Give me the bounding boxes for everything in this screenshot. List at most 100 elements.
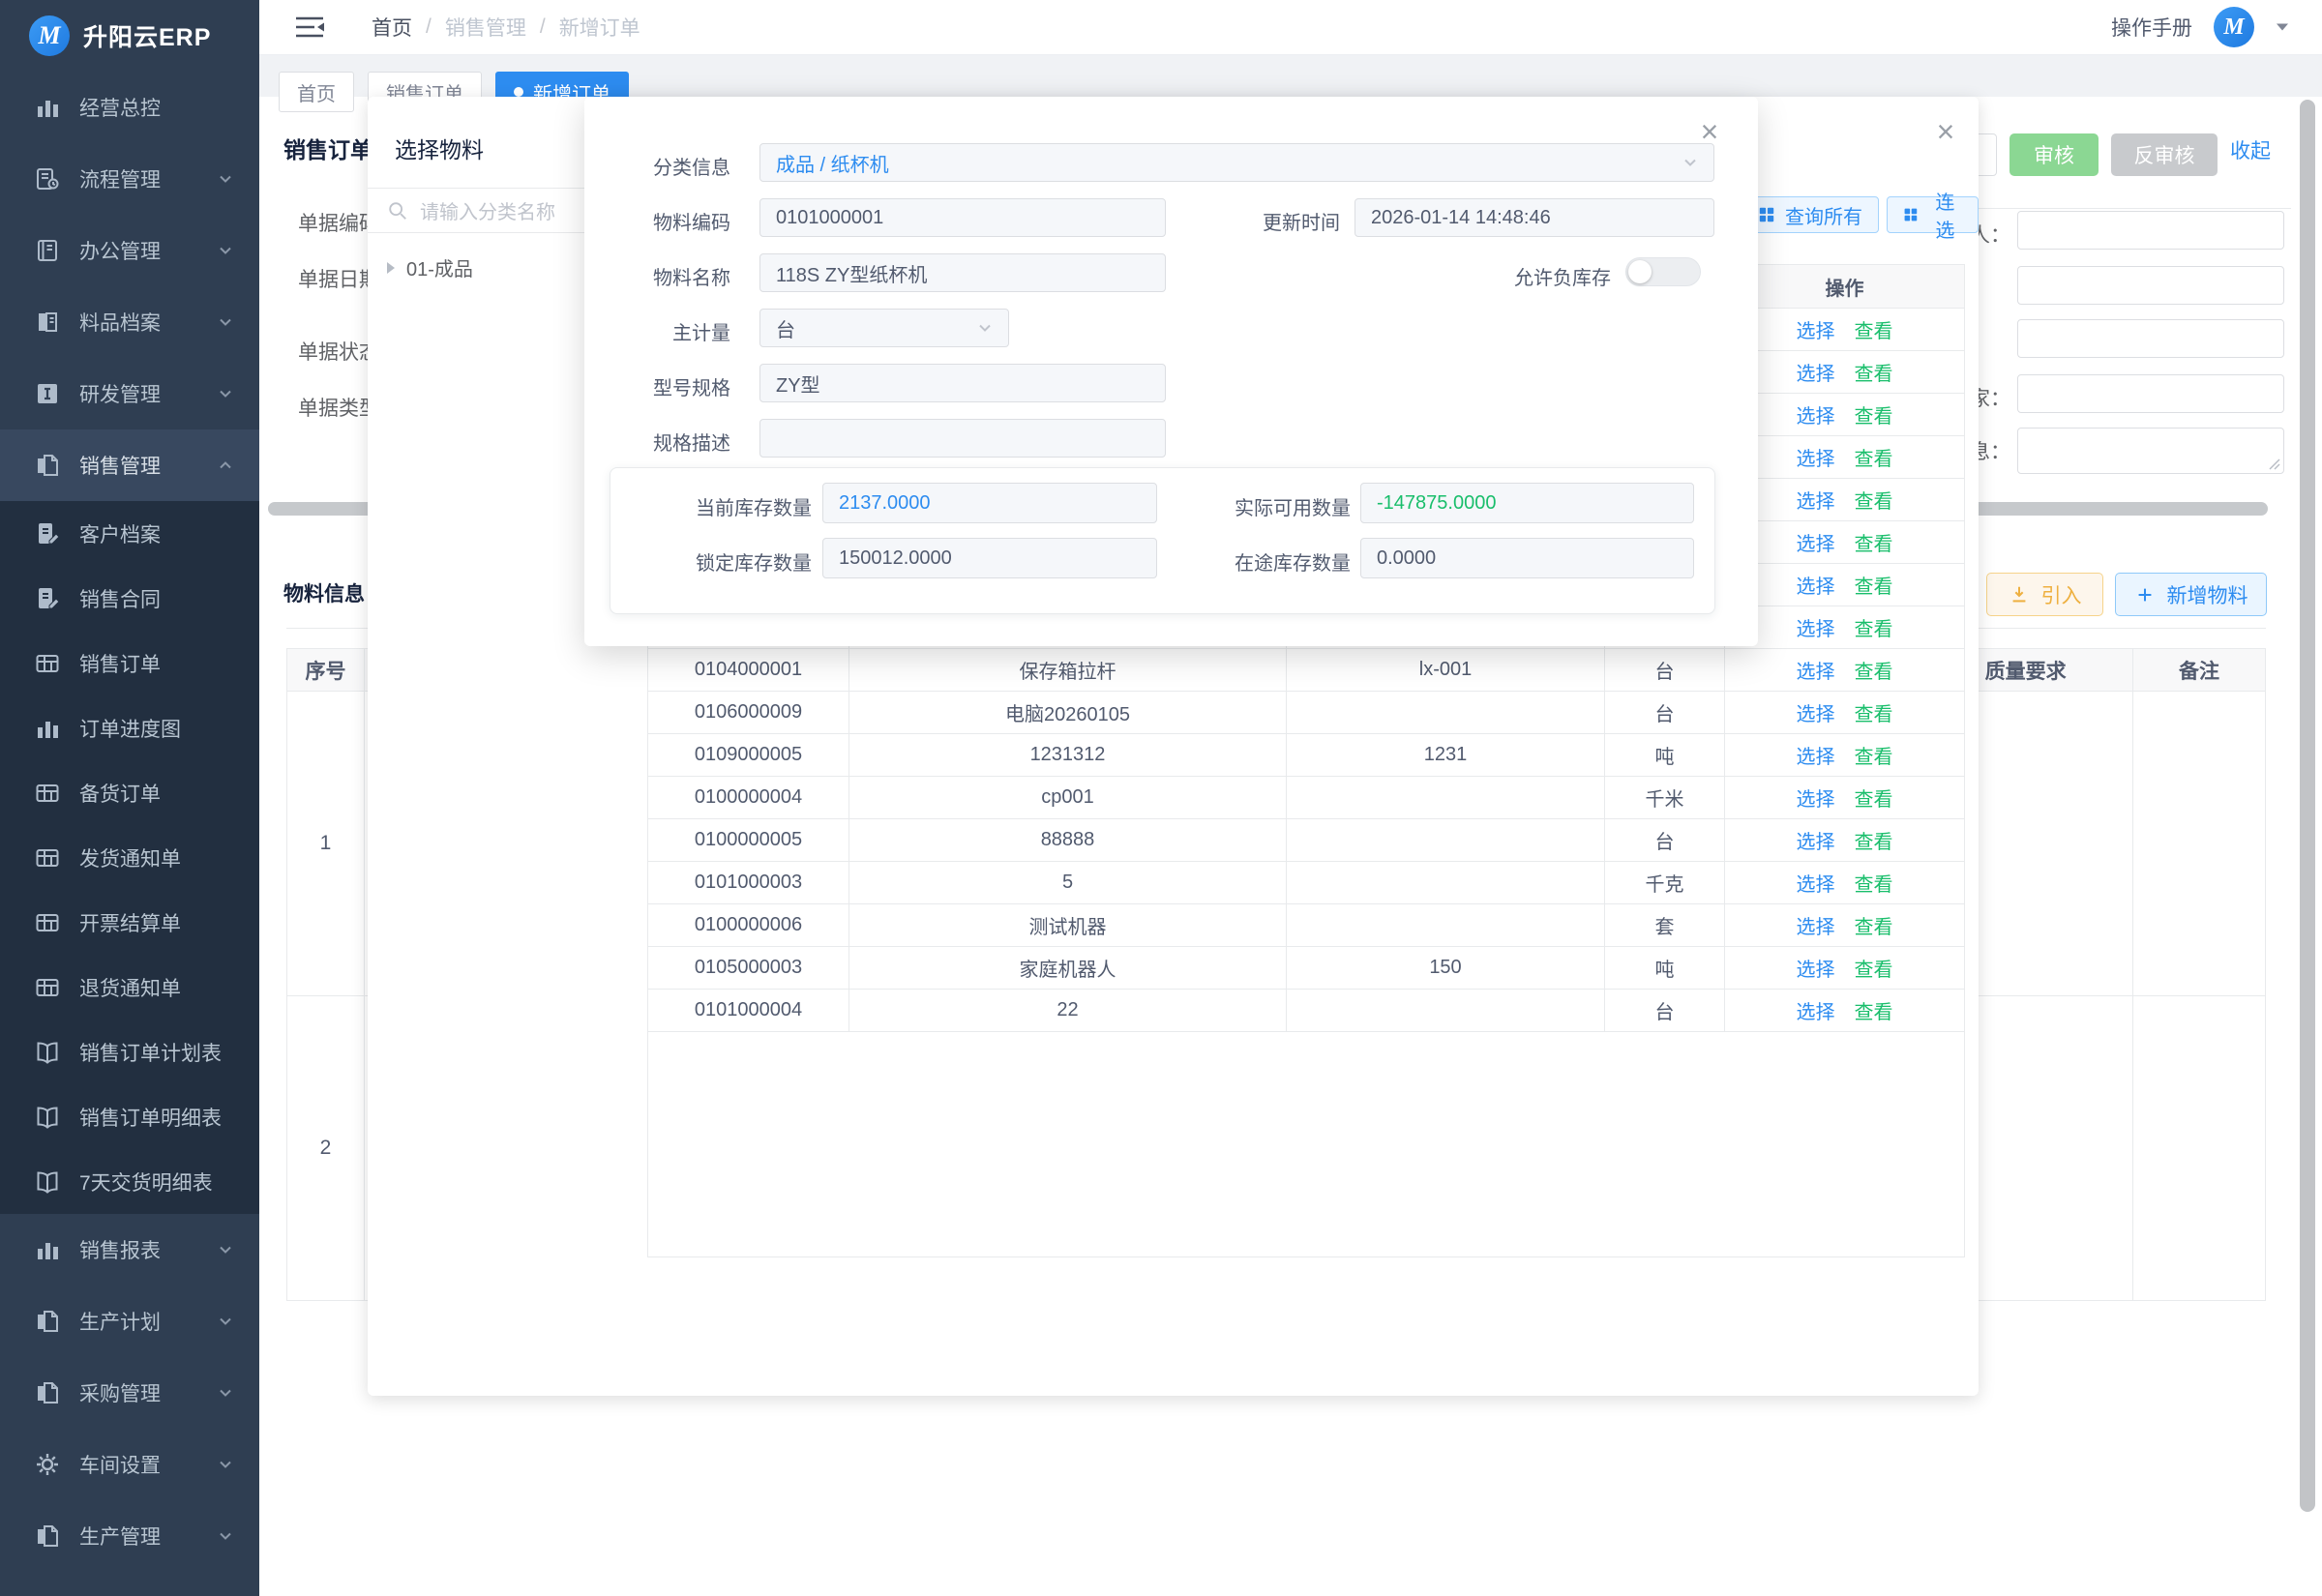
sidebar-item-销售管理[interactable]: 销售管理 — [0, 429, 259, 501]
sidebar-item-料品档案[interactable]: 料品档案 — [0, 286, 259, 358]
select-link[interactable]: 选择 — [1797, 698, 1835, 726]
view-link[interactable]: 查看 — [1855, 400, 1893, 429]
sidebar-item-发货通知单[interactable]: 发货通知单 — [0, 825, 259, 890]
view-link[interactable]: 查看 — [1855, 996, 1893, 1024]
select-link[interactable]: 选择 — [1797, 571, 1835, 599]
locked-stock-input[interactable]: 150012.0000 — [822, 538, 1157, 578]
sidebar-item-7天交货明细表[interactable]: 7天交货明细表 — [0, 1149, 259, 1214]
unaudit-button[interactable]: 反审核 — [2111, 133, 2218, 176]
sidebar-item-销售订单明细表[interactable]: 销售订单明细表 — [0, 1084, 259, 1149]
chevron-down-icon — [217, 1241, 234, 1258]
category-select[interactable]: 成品 / 纸杯机 — [759, 143, 1714, 182]
collapse-sidebar-icon[interactable] — [292, 13, 327, 42]
select-link[interactable]: 选择 — [1797, 869, 1835, 897]
picker-close-icon[interactable]: × — [1929, 116, 1962, 149]
materials-actions-cell: 选择查看 — [1725, 436, 1964, 478]
sidebar-item-label: 订单进度图 — [79, 714, 181, 743]
view-link[interactable]: 查看 — [1855, 783, 1893, 812]
sidebar-item-开票结算单[interactable]: 开票结算单 — [0, 890, 259, 955]
collapse-form-link[interactable]: 收起 — [2230, 135, 2271, 164]
chevron-down-icon — [217, 1527, 234, 1545]
sidebar-item-客户档案[interactable]: 客户档案 — [0, 501, 259, 566]
sidebar-item-生产管理[interactable]: 生产管理 — [0, 1500, 259, 1572]
vertical-scrollbar[interactable] — [2300, 100, 2315, 1512]
view-link[interactable]: 查看 — [1855, 528, 1893, 556]
sidebar-item-销售订单计划表[interactable]: 销售订单计划表 — [0, 1020, 259, 1084]
audit-button[interactable]: 审核 — [2009, 133, 2099, 176]
right-textarea[interactable] — [2017, 428, 2284, 474]
sidebar-item-研发管理[interactable]: 研发管理 — [0, 358, 259, 429]
user-menu-caret-icon[interactable] — [2276, 22, 2289, 32]
category-tree-node[interactable]: 01-成品 — [385, 253, 473, 281]
sidebar-item-订单进度图[interactable]: 订单进度图 — [0, 695, 259, 760]
import-button[interactable]: 引入 — [1986, 573, 2103, 616]
model-input[interactable]: ZY型 — [759, 364, 1166, 402]
view-link[interactable]: 查看 — [1855, 698, 1893, 726]
materials-actions-cell: 选择查看 — [1725, 734, 1964, 776]
sidebar-item-label: 退货通知单 — [79, 973, 181, 1002]
sidebar-item-采购管理[interactable]: 采购管理 — [0, 1357, 259, 1429]
select-link[interactable]: 选择 — [1797, 486, 1835, 514]
select-link[interactable]: 选择 — [1797, 954, 1835, 982]
chevron-down-icon — [977, 320, 993, 336]
select-link[interactable]: 选择 — [1797, 656, 1835, 684]
negative-stock-toggle[interactable] — [1625, 257, 1701, 286]
sidebar-item-加工车间[interactable]: 加工车间 — [0, 1572, 259, 1596]
resize-handle-icon[interactable] — [2269, 458, 2280, 470]
view-link[interactable]: 查看 — [1855, 486, 1893, 514]
updated-input[interactable]: 2026-01-14 14:48:46 — [1354, 198, 1714, 237]
view-link[interactable]: 查看 — [1855, 869, 1893, 897]
view-link[interactable]: 查看 — [1855, 656, 1893, 684]
view-link[interactable]: 查看 — [1855, 741, 1893, 769]
manual-link[interactable]: 操作手册 — [2111, 13, 2192, 42]
sidebar-item-办公管理[interactable]: 办公管理 — [0, 215, 259, 286]
transit-stock-input[interactable]: 0.0000 — [1360, 538, 1694, 578]
breadcrumb-sales[interactable]: 销售管理 — [445, 13, 526, 42]
multi-select-button[interactable]: 连选 — [1887, 196, 1979, 233]
right-input[interactable] — [2017, 266, 2284, 305]
select-link[interactable]: 选择 — [1797, 400, 1835, 429]
view-link[interactable]: 查看 — [1855, 954, 1893, 982]
sidebar-item-车间设置[interactable]: 车间设置 — [0, 1429, 259, 1500]
current-stock-input[interactable]: 2137.0000 — [822, 483, 1157, 523]
view-link[interactable]: 查看 — [1855, 826, 1893, 854]
view-link[interactable]: 查看 — [1855, 315, 1893, 343]
tab-首页[interactable]: 首页 — [279, 72, 354, 112]
select-link[interactable]: 选择 — [1797, 741, 1835, 769]
select-link[interactable]: 选择 — [1797, 996, 1835, 1024]
query-all-button[interactable]: 查询所有 — [1742, 196, 1879, 233]
add-material-button[interactable]: 新增物料 — [2115, 573, 2267, 616]
view-link[interactable]: 查看 — [1855, 443, 1893, 471]
sidebar-item-经营总控[interactable]: 经营总控 — [0, 72, 259, 143]
right-input[interactable] — [2017, 211, 2284, 250]
name-input[interactable]: 118S ZY型纸杯机 — [759, 253, 1166, 292]
materials-cell: 吨 — [1605, 734, 1725, 776]
unit-select[interactable]: 台 — [759, 309, 1009, 347]
view-link[interactable]: 查看 — [1855, 571, 1893, 599]
sidebar-item-销售合同[interactable]: 销售合同 — [0, 566, 259, 631]
right-input[interactable] — [2017, 319, 2284, 358]
select-link[interactable]: 选择 — [1797, 528, 1835, 556]
view-link[interactable]: 查看 — [1855, 911, 1893, 939]
select-link[interactable]: 选择 — [1797, 358, 1835, 386]
select-link[interactable]: 选择 — [1797, 315, 1835, 343]
select-link[interactable]: 选择 — [1797, 443, 1835, 471]
available-stock-input[interactable]: -147875.0000 — [1360, 483, 1694, 523]
select-link[interactable]: 选择 — [1797, 911, 1835, 939]
sidebar-item-生产计划[interactable]: 生产计划 — [0, 1286, 259, 1357]
sidebar-item-销售订单[interactable]: 销售订单 — [0, 631, 259, 695]
select-link[interactable]: 选择 — [1797, 783, 1835, 812]
sidebar-item-流程管理[interactable]: 流程管理 — [0, 143, 259, 215]
view-link[interactable]: 查看 — [1855, 358, 1893, 386]
right-input[interactable] — [2017, 374, 2284, 413]
spec-input[interactable] — [759, 419, 1166, 458]
sidebar-item-退货通知单[interactable]: 退货通知单 — [0, 955, 259, 1020]
sidebar-item-销售报表[interactable]: 销售报表 — [0, 1214, 259, 1286]
user-avatar[interactable]: M — [2214, 7, 2254, 47]
code-input[interactable]: 0101000001 — [759, 198, 1166, 237]
view-link[interactable]: 查看 — [1855, 613, 1893, 641]
select-link[interactable]: 选择 — [1797, 826, 1835, 854]
select-link[interactable]: 选择 — [1797, 613, 1835, 641]
breadcrumb-home[interactable]: 首页 — [372, 13, 412, 42]
sidebar-item-备货订单[interactable]: 备货订单 — [0, 760, 259, 825]
